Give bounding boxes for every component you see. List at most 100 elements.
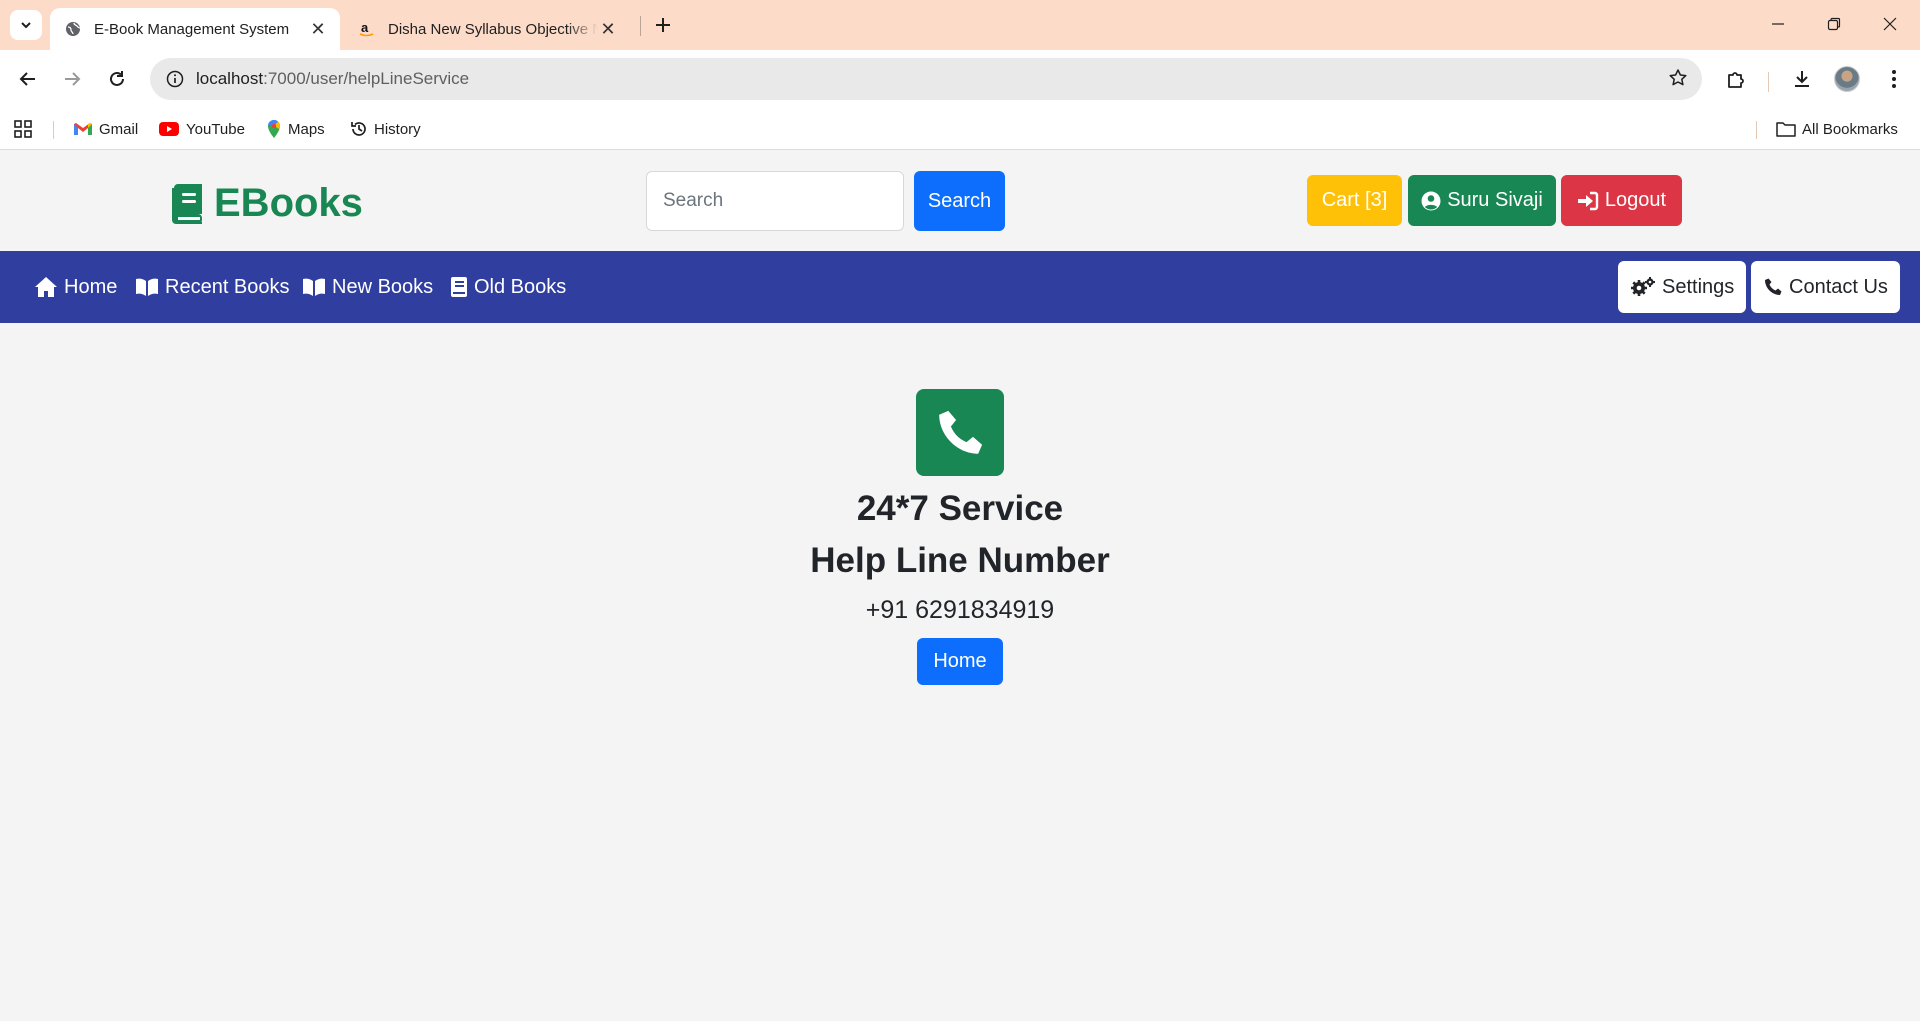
book-icon [172, 183, 202, 224]
logo-text: EBooks [214, 181, 363, 225]
nav-label: Home [64, 275, 118, 298]
book-icon [451, 277, 467, 297]
history-icon [350, 120, 368, 138]
nav-label: New Books [332, 275, 434, 298]
more-vertical-icon [1892, 70, 1896, 88]
gears-icon [1631, 277, 1655, 296]
settings-button[interactable]: Settings [1618, 261, 1747, 313]
minimize-button[interactable] [1750, 0, 1806, 48]
home-button[interactable]: Home [917, 638, 1003, 685]
apps-grid-icon [14, 120, 32, 138]
helpline-subtitle: Help Line Number [810, 541, 1110, 580]
nav-old-books[interactable]: Old Books [450, 251, 566, 323]
svg-text:a: a [361, 20, 369, 35]
nav-label: Recent Books [165, 275, 290, 298]
plus-icon [656, 18, 670, 32]
helpline-phone-number: +91 6291834919 [865, 596, 1055, 624]
home-icon [35, 277, 57, 297]
folder-icon [1776, 121, 1796, 137]
phone-square-icon [916, 389, 1004, 476]
browser-menu-button[interactable] [1878, 63, 1910, 95]
bookmarks-bar: Gmail YouTube Maps History All Bookmarks [0, 108, 1920, 150]
nav-new-books[interactable]: New Books [302, 251, 433, 323]
maps-icon [266, 119, 282, 139]
tab-search-button[interactable] [10, 10, 42, 40]
close-icon [1883, 17, 1897, 31]
apps-button[interactable] [14, 118, 32, 140]
site-logo[interactable]: EBooks [170, 181, 363, 226]
bookmark-divider [53, 121, 54, 139]
browser-tabstrip: E-Book Management System ✕ a Disha New S… [0, 0, 1920, 50]
all-bookmarks-label: All Bookmarks [1802, 120, 1898, 138]
download-icon [1795, 71, 1809, 87]
contact-us-button[interactable]: Contact Us [1751, 261, 1900, 313]
close-icon[interactable]: ✕ [308, 19, 328, 39]
tab-title: Disha New Syllabus Objective NCERT Xtrac… [388, 20, 598, 38]
logout-label: Logout [1604, 189, 1667, 211]
bookmark-label: YouTube [186, 120, 245, 138]
extensions-button[interactable] [1720, 63, 1752, 95]
reload-button[interactable] [101, 63, 133, 95]
nav-recent-books[interactable]: Recent Books [135, 251, 290, 323]
phone-icon [1765, 278, 1782, 295]
downloads-button[interactable] [1786, 63, 1818, 95]
book-open-icon [303, 278, 325, 296]
search-input[interactable] [646, 171, 904, 231]
url-host: localhost [196, 69, 264, 88]
youtube-icon [158, 121, 180, 137]
bookmark-label: History [374, 120, 421, 138]
new-tab-button[interactable] [650, 12, 676, 38]
helpline-panel: 24*7 Service Help Line Number +91 629183… [0, 389, 1920, 685]
back-button[interactable] [12, 63, 44, 95]
forward-button[interactable] [56, 63, 88, 95]
close-icon[interactable]: ✕ [598, 19, 618, 39]
user-circle-icon [1421, 191, 1441, 210]
toolbar-divider [1768, 72, 1769, 92]
nav-home[interactable]: Home [34, 251, 117, 323]
bookmark-gmail[interactable]: Gmail [73, 118, 138, 140]
puzzle-icon [1728, 72, 1744, 88]
logout-button[interactable]: Logout [1561, 175, 1682, 226]
restore-icon [1827, 17, 1841, 31]
cart-button[interactable]: Cart [3] [1307, 175, 1402, 226]
minimize-icon [1772, 23, 1784, 25]
bookmark-star-icon[interactable] [1668, 68, 1688, 93]
profile-avatar[interactable] [1834, 66, 1860, 92]
address-bar[interactable]: localhost:7000/user/helpLineService [150, 58, 1702, 100]
site-info-icon[interactable] [154, 70, 196, 88]
site-header: EBooks Search Cart [3] Suru Sivaji Logou… [0, 151, 1920, 251]
nav-label: Old Books [474, 275, 567, 298]
user-profile-button[interactable]: Suru Sivaji [1408, 175, 1556, 226]
search-button[interactable]: Search [914, 171, 1005, 231]
url-path: :7000/user/helpLineService [263, 69, 470, 88]
bookmark-label: Maps [288, 120, 325, 138]
contact-label: Contact Us [1789, 275, 1888, 298]
helpline-title: 24*7 Service [856, 489, 1064, 528]
gmail-icon [73, 121, 93, 137]
window-close-button[interactable] [1862, 0, 1918, 48]
bookmark-label: Gmail [99, 120, 139, 138]
all-bookmarks-button[interactable]: All Bookmarks [1776, 118, 1898, 140]
tab-ebook-management[interactable]: E-Book Management System ✕ [50, 8, 340, 50]
arrow-left-icon [19, 72, 35, 86]
chevron-down-icon [21, 22, 31, 29]
url-text: localhost:7000/user/helpLineService [196, 69, 469, 89]
tab-divider [640, 16, 641, 36]
restore-button[interactable] [1806, 0, 1862, 48]
bookmark-divider [1756, 121, 1757, 139]
browser-toolbar: localhost:7000/user/helpLineService [0, 50, 1920, 108]
bookmark-history[interactable]: History [350, 118, 421, 140]
amazon-icon: a [358, 20, 376, 38]
sign-in-icon [1577, 191, 1599, 210]
bookmark-maps[interactable]: Maps [266, 118, 325, 140]
arrow-right-icon [65, 72, 81, 86]
tab-disha-syllabus[interactable]: a Disha New Syllabus Objective NCERT Xtr… [348, 8, 630, 50]
settings-label: Settings [1662, 275, 1735, 298]
bookmark-youtube[interactable]: YouTube [158, 118, 245, 140]
main-navbar: Home Recent Books New Books Old Books Se… [0, 251, 1920, 323]
reload-icon [110, 71, 124, 86]
user-name: Suru Sivaji [1447, 189, 1543, 211]
book-open-icon [136, 278, 158, 296]
globe-icon [64, 20, 82, 38]
tab-title: E-Book Management System [94, 20, 290, 38]
